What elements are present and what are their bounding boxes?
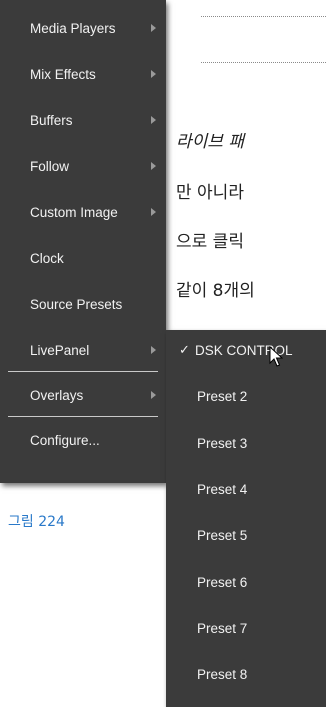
submenu-arrow-icon [151,162,156,170]
context-menu: Media Players Mix Effects Buffers Follow… [0,0,166,483]
submenu-arrow-icon [151,116,156,124]
menu-item-label: Clock [30,250,64,266]
menu-item-configure[interactable]: Configure... [0,422,166,458]
menu-separator [8,371,158,372]
submenu-item-preset-2[interactable]: Preset 2 [166,378,326,414]
doc-text-line: 라이브 패 [176,132,244,152]
submenu-item-dsk-control[interactable]: ✓ DSK CONTROL [166,332,326,368]
mouse-pointer-icon [269,346,283,367]
menu-item-label: Overlays [30,387,84,403]
menu-item-label: Media Players [30,20,116,36]
doc-text-line: 만 아니라 [176,183,244,203]
menu-item-media-players[interactable]: Media Players [0,10,166,46]
submenu-item-label: Preset 8 [197,666,248,682]
doc-text-line: 같이 8개의 [176,281,255,301]
submenu-item-label: Preset 3 [197,435,248,451]
menu-item-label: Source Presets [30,296,123,312]
dotted-rule [201,16,326,17]
submenu-item-preset-7[interactable]: Preset 7 [166,610,326,646]
menu-item-follow[interactable]: Follow [0,148,166,184]
submenu-item-preset-6[interactable]: Preset 6 [166,564,326,600]
figure-caption: 그림 224 [8,514,65,530]
dotted-rule [201,62,326,63]
submenu-item-label: Preset 2 [197,388,248,404]
submenu-arrow-icon [151,208,156,216]
menu-item-livepanel[interactable]: LivePanel [0,332,166,368]
menu-item-source-presets[interactable]: Source Presets [0,286,166,322]
menu-item-label: Configure... [30,432,100,448]
menu-item-buffers[interactable]: Buffers [0,102,166,138]
menu-item-label: Buffers [30,112,73,128]
submenu-item-label: Preset 7 [197,620,248,636]
livepanel-submenu: ✓ DSK CONTROL Preset 2 Preset 3 Preset 4… [166,330,326,707]
checkmark-icon: ✓ [179,342,190,358]
menu-item-custom-image[interactable]: Custom Image [0,194,166,230]
page: 라이브 패 만 아니라 으로 클릭 같이 8개의 버튼 그림 224 Media… [0,0,326,707]
submenu-item-preset-5[interactable]: Preset 5 [166,517,326,553]
doc-text-line: 으로 클릭 [176,232,244,252]
menu-item-label: LivePanel [30,342,90,358]
submenu-arrow-icon [151,24,156,32]
menu-item-clock[interactable]: Clock [0,240,166,276]
submenu-item-preset-3[interactable]: Preset 3 [166,425,326,461]
menu-separator [8,416,158,417]
menu-item-mix-effects[interactable]: Mix Effects [0,56,166,92]
menu-item-label: Custom Image [30,204,118,220]
submenu-item-preset-4[interactable]: Preset 4 [166,471,326,507]
submenu-arrow-icon [151,391,156,399]
submenu-item-preset-8[interactable]: Preset 8 [166,656,326,692]
submenu-item-label: Preset 6 [197,574,248,590]
menu-item-overlays[interactable]: Overlays [0,377,166,413]
menu-item-label: Follow [30,158,70,174]
submenu-arrow-icon [151,346,156,354]
menu-item-label: Mix Effects [30,66,96,82]
submenu-arrow-icon [151,70,156,78]
submenu-item-label: Preset 4 [197,481,248,497]
submenu-item-label: Preset 5 [197,527,248,543]
